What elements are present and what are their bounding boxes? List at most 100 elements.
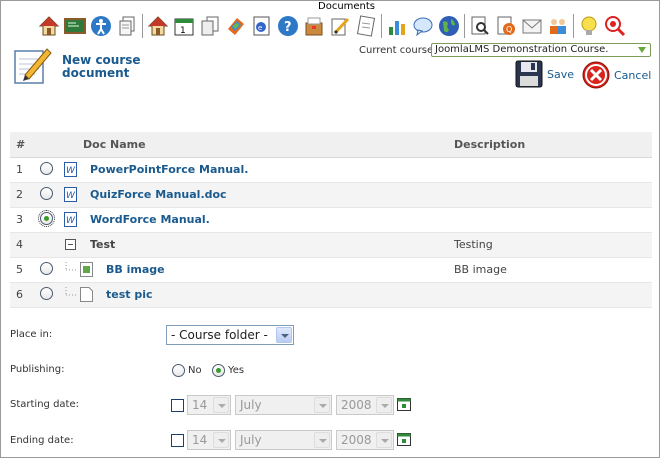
table-row: 6 test pic	[10, 282, 652, 308]
table-row: 2 W QuizForce Manual.doc	[10, 182, 652, 208]
column-header-num: #	[10, 132, 36, 158]
row-number: 4	[10, 232, 36, 258]
calendar-icon[interactable]: 1	[172, 14, 196, 38]
tree-line-icon	[65, 287, 76, 296]
current-course-select[interactable]: JoomlaLMS Demonstration Course.	[431, 43, 651, 57]
ending-date-label: Ending date:	[10, 435, 74, 446]
collapse-folder-icon[interactable]	[64, 237, 77, 252]
copy-icon[interactable]	[198, 14, 222, 38]
svg-text:Q: Q	[506, 25, 512, 34]
column-header-description: Description	[454, 132, 652, 158]
row-description: Testing	[454, 232, 652, 258]
row-number: 6	[10, 282, 36, 308]
row-number: 5	[10, 257, 36, 283]
start-month-select[interactable]: July	[235, 395, 332, 415]
current-course-value: JoomlaLMS Demonstration Course.	[435, 44, 609, 55]
row-select-radio[interactable]	[40, 261, 53, 275]
row-number: 1	[10, 157, 36, 183]
svg-text:W: W	[66, 216, 76, 226]
calendar-icon[interactable]	[397, 398, 411, 411]
ending-date-checkbox[interactable]	[171, 434, 184, 447]
quiz-icon[interactable]: Q	[494, 14, 518, 38]
links-icon[interactable]	[224, 14, 248, 38]
cancel-button[interactable]: Cancel	[581, 60, 651, 90]
help-icon[interactable]: ?	[276, 14, 300, 38]
publishing-yes-radio[interactable]	[212, 364, 225, 377]
table-header-row: # Doc Name Description	[10, 132, 652, 158]
current-course-label: Current course:	[359, 45, 437, 56]
row-select-radio[interactable]	[40, 286, 53, 300]
doc-name-link[interactable]: BB image	[106, 263, 165, 276]
doc-name-link[interactable]: PowerPointForce Manual.	[90, 163, 248, 176]
place-in-value: - Course folder -	[171, 328, 268, 342]
floppy-disk-icon	[515, 60, 543, 88]
edit-icon[interactable]	[328, 14, 352, 38]
blank-file-icon	[80, 287, 93, 302]
search-icon[interactable]	[468, 14, 492, 38]
dropbox-icon[interactable]	[302, 14, 326, 38]
reports-icon[interactable]	[385, 14, 409, 38]
doc-name-link[interactable]: WordForce Manual.	[90, 213, 210, 226]
publishing-no-option[interactable]: No	[172, 364, 202, 377]
toolbar-divider	[381, 14, 382, 38]
place-in-select[interactable]: - Course folder -	[166, 325, 294, 345]
chat-icon[interactable]	[411, 14, 435, 38]
starting-date-checkbox[interactable]	[171, 399, 184, 412]
save-label: Save	[547, 67, 575, 81]
doc-name-link[interactable]: test pic	[106, 288, 153, 301]
home-icon[interactable]	[37, 14, 61, 38]
row-description	[454, 207, 652, 233]
column-header-select	[36, 132, 60, 158]
row-number: 3	[10, 207, 36, 233]
column-header-doc-name: Doc Name	[60, 132, 454, 158]
users-icon[interactable]	[546, 14, 570, 38]
toolbar: 1 e ? Q	[37, 11, 629, 41]
calendar-icon[interactable]	[397, 433, 411, 446]
end-year-select[interactable]: 2008	[336, 430, 394, 450]
end-day-select[interactable]: 14	[187, 430, 231, 450]
chevron-down-icon	[376, 397, 392, 413]
row-description	[454, 182, 652, 208]
search-zoom-icon[interactable]	[603, 14, 627, 38]
end-month-select[interactable]: July	[235, 430, 332, 450]
accessibility-icon[interactable]	[89, 14, 113, 38]
web-icon[interactable]: e	[250, 14, 274, 38]
row-select-radio[interactable]	[40, 161, 53, 175]
doc-name-link[interactable]: QuizForce Manual.doc	[90, 188, 227, 201]
publishing-yes-option[interactable]: Yes	[212, 364, 244, 377]
window-frame: Documents 1 e ? Q New course document Cu…	[0, 0, 660, 458]
toolbar-divider	[464, 14, 465, 38]
chalkboard-icon[interactable]	[63, 14, 87, 38]
row-select-empty	[36, 232, 60, 258]
mail-icon[interactable]	[520, 14, 544, 38]
start-day-value: 14	[192, 398, 208, 412]
publishing-no-radio[interactable]	[172, 364, 185, 377]
notes-icon[interactable]	[354, 14, 378, 38]
svg-text:?: ?	[284, 20, 292, 35]
chevron-down-icon	[314, 432, 330, 448]
folder-name[interactable]: Test	[90, 238, 115, 251]
documents-icon[interactable]	[115, 14, 139, 38]
row-select-radio[interactable]	[40, 186, 53, 200]
save-button[interactable]: Save	[514, 59, 574, 89]
tips-icon[interactable]	[577, 14, 601, 38]
chevron-down-icon	[276, 327, 292, 343]
tree-line-icon	[65, 262, 76, 271]
cancel-icon	[582, 61, 610, 89]
toolbar-divider	[573, 14, 574, 38]
publishing-yes-label: Yes	[228, 365, 245, 376]
globe-icon[interactable]	[437, 14, 461, 38]
row-number: 2	[10, 182, 36, 208]
place-in-label: Place in:	[10, 329, 53, 340]
start-day-select[interactable]: 14	[187, 395, 231, 415]
home-icon[interactable]	[146, 14, 170, 38]
end-month-value: July	[240, 433, 262, 447]
end-day-value: 14	[192, 433, 208, 447]
start-year-select[interactable]: 2008	[336, 395, 394, 415]
start-month-value: July	[240, 398, 262, 412]
table-row: 1 W PowerPointForce Manual.	[10, 157, 652, 183]
page-title: New course document	[62, 53, 141, 80]
row-description	[454, 282, 652, 308]
row-select-radio[interactable]	[38, 209, 55, 227]
table-row: 3 W WordForce Manual.	[10, 207, 652, 233]
